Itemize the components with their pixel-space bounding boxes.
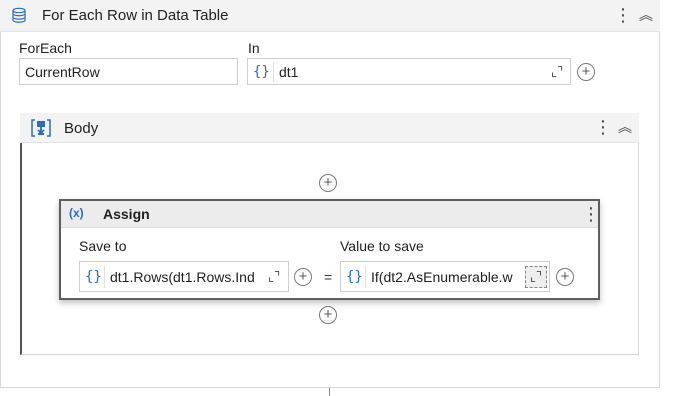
connector-line: [329, 388, 330, 396]
data-table-icon: [12, 7, 26, 23]
add-activity-below-icon[interactable]: +: [319, 306, 337, 324]
field-divider: [273, 62, 274, 82]
save-to-label: Save to: [79, 238, 127, 254]
assign-title: Assign: [103, 206, 150, 222]
assign-icon: (x): [69, 206, 84, 220]
value-to-save-expression-icon: {}: [346, 269, 363, 285]
value-to-save-add-icon[interactable]: +: [556, 268, 574, 286]
in-label: In: [248, 40, 260, 56]
body-collapse-icon[interactable]: ︽: [618, 120, 632, 134]
value-to-save-value: If(dt2.AsEnumerable.w: [371, 269, 513, 285]
equals-sign: =: [324, 269, 333, 285]
save-to-add-icon[interactable]: +: [294, 268, 312, 286]
assign-more-options-icon[interactable]: ⋮: [582, 205, 600, 223]
add-argument-icon[interactable]: +: [577, 63, 595, 81]
save-to-expression-icon: {}: [85, 269, 102, 285]
foreach-label: ForEach: [19, 40, 72, 56]
body-sequence-icon: [31, 119, 51, 137]
body-more-options-icon[interactable]: ⋮: [594, 118, 612, 136]
save-to-value: dt1.Rows(dt1.Rows.Ind: [110, 269, 255, 285]
value-to-save-label: Value to save: [340, 238, 424, 254]
body-header[interactable]: [20, 113, 639, 143]
more-options-icon[interactable]: ⋮: [614, 6, 632, 24]
value-to-save-input[interactable]: {} If(dt2.AsEnumerable.w ⌞⌝: [340, 261, 550, 292]
save-to-expand-icon[interactable]: ⌞⌝: [268, 269, 280, 285]
foreach-value: CurrentRow: [25, 64, 100, 80]
value-to-save-expand-icon[interactable]: ⌞⌝: [525, 266, 547, 288]
field-divider: [365, 266, 366, 288]
body-title: Body: [64, 120, 99, 137]
expand-editor-icon[interactable]: ⌞⌝: [551, 64, 563, 80]
field-divider: [104, 266, 105, 288]
add-activity-above-icon[interactable]: +: [319, 174, 337, 192]
expression-icon: {}: [253, 64, 270, 80]
in-value: dt1: [279, 64, 299, 80]
foreach-input[interactable]: CurrentRow: [19, 58, 238, 85]
in-input[interactable]: {} dt1 ⌞⌝: [247, 58, 571, 85]
activity-title: For Each Row in Data Table: [42, 7, 229, 24]
collapse-icon[interactable]: ︽: [639, 8, 653, 22]
save-to-input[interactable]: {} dt1.Rows(dt1.Rows.Ind ⌞⌝: [79, 261, 289, 292]
